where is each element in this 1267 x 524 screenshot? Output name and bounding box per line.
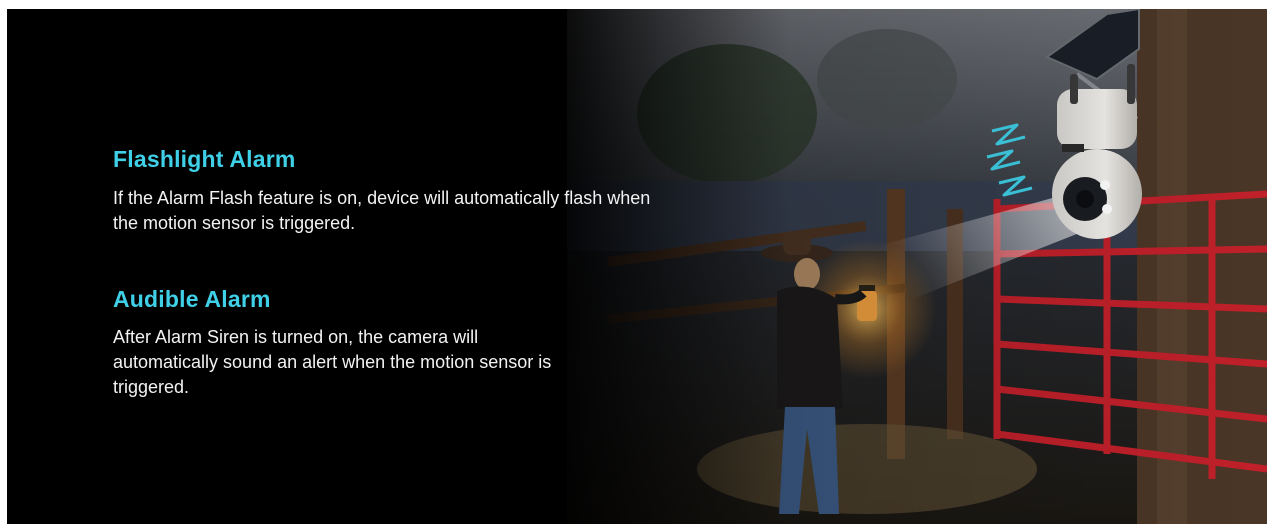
feature-title-flashlight-alarm: Flashlight Alarm <box>113 146 296 172</box>
product-scene-image <box>7 9 1267 524</box>
feature-banner: Flashlight Alarm If the Alarm Flash feat… <box>7 9 1267 524</box>
feature-description-flashlight-alarm: If the Alarm Flash feature is on, device… <box>113 188 651 233</box>
feature-title-audible-alarm: Audible Alarm <box>113 286 271 312</box>
feature-description-audible-alarm: After Alarm Siren is turned on, the came… <box>113 327 552 397</box>
